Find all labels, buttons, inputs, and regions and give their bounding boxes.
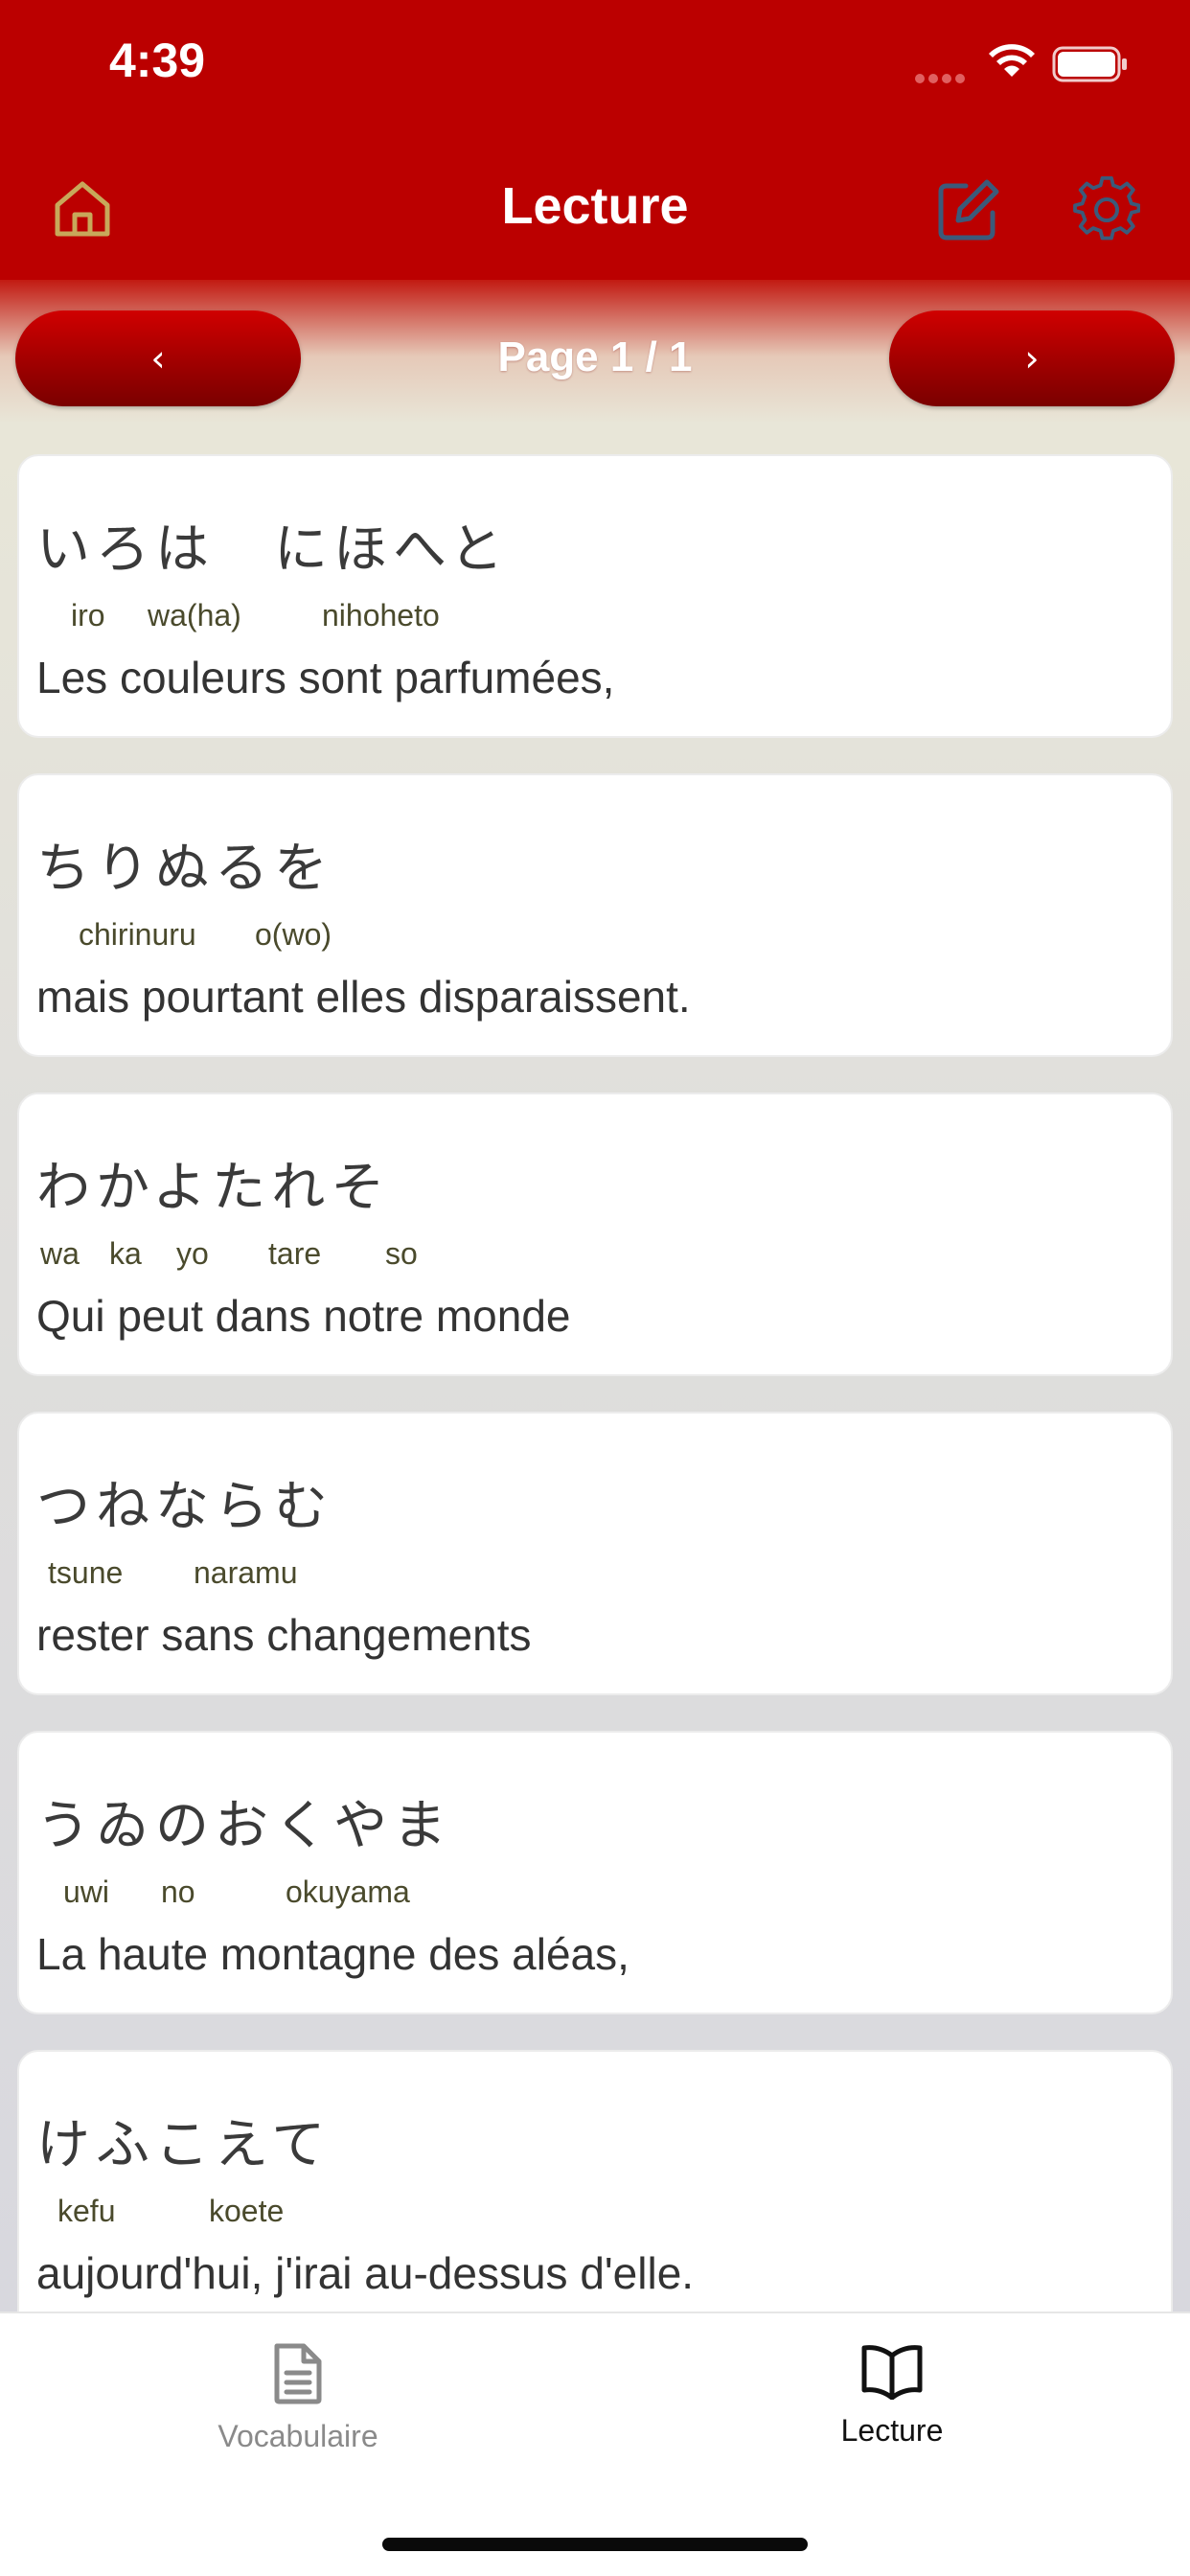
romaji-label: koete: [209, 2194, 285, 2228]
pager: ‹ Page 1 / 1 ›: [0, 280, 1190, 433]
french-translation: aujourd'hui, j'irai au-dessus d'elle.: [36, 2248, 695, 2298]
romaji-label: o(wo): [255, 917, 332, 952]
japanese-text: いろは にほへと: [36, 518, 510, 581]
gear-icon[interactable]: [1073, 176, 1140, 243]
french-translation: rester sans changements: [36, 1610, 532, 1660]
verse-card[interactable]: ちりぬるを chirinuru o(wo) mais pourtant elle…: [17, 773, 1173, 1057]
tab-label: Vocabulaire: [217, 2419, 378, 2453]
tab-label: Lecture: [840, 2413, 944, 2448]
battery-icon: [1052, 46, 1127, 82]
romaji-label: ka: [109, 1236, 142, 1271]
book-icon: [861, 2345, 923, 2400]
romaji-label: naramu: [194, 1555, 298, 1590]
french-translation: La haute montagne des aléas,: [36, 1929, 629, 1979]
romaji-label: yo: [176, 1236, 209, 1271]
japanese-text: ちりぬるを: [36, 838, 333, 900]
romaji-label: iro: [71, 598, 105, 632]
japanese-text: わかよたれそ: [36, 1157, 391, 1219]
navigation-bar: Lecture: [0, 134, 1190, 280]
french-translation: mais pourtant elles disparaissent.: [36, 972, 691, 1022]
edit-icon[interactable]: [935, 176, 1002, 243]
verse-card[interactable]: けふこえて kefu koete aujourd'hui, j'irai au-…: [17, 2050, 1173, 2312]
status-time: 4:39: [109, 34, 206, 87]
french-translation: Les couleurs sont parfumées,: [36, 653, 615, 702]
japanese-text: けふこえて: [36, 2114, 332, 2176]
verse-card[interactable]: うゐのおくやま uwi no okuyama La haute montagne…: [17, 1731, 1173, 2014]
wifi-icon: [989, 44, 1035, 77]
japanese-text: つねならむ: [36, 1476, 333, 1538]
page-title: Lecture: [501, 177, 689, 235]
japanese-text: うゐのおくやま: [36, 1795, 452, 1857]
tab-lecture[interactable]: Lecture: [700, 2342, 1084, 2449]
romaji-label: wa(ha): [148, 598, 241, 632]
french-translation: Qui peut dans notre monde: [36, 1291, 571, 1341]
romaji-label: tare: [268, 1236, 322, 1271]
romaji-label: no: [161, 1874, 195, 1909]
verse-card[interactable]: いろは にほへと iro wa(ha) nihoheto Les couleur…: [17, 454, 1173, 738]
document-icon: [274, 2343, 322, 2404]
chevron-right-icon: ›: [1024, 337, 1040, 380]
next-page-button[interactable]: ›: [889, 310, 1175, 406]
reading-content[interactable]: ‹ Page 1 / 1 › いろは にほへと iro wa(ha) nihoh…: [0, 280, 1190, 2312]
tab-vocabulaire[interactable]: Vocabulaire: [106, 2342, 490, 2454]
verse-card[interactable]: わかよたれそ wa ka yo tare so Qui peut dans no…: [17, 1092, 1173, 1376]
romaji-label: kefu: [57, 2194, 116, 2228]
tab-bar: Vocabulaire Lecture: [0, 2312, 1190, 2576]
status-bar: 4:39: [0, 0, 1190, 134]
signal-dots-icon: [915, 69, 973, 83]
verse-card[interactable]: つねならむ tsune naramu rester sans changemen…: [17, 1412, 1173, 1695]
romaji-label: okuyama: [286, 1874, 410, 1909]
romaji-label: nihoheto: [322, 598, 440, 632]
home-indicator: [382, 2538, 808, 2551]
romaji-label: so: [385, 1236, 418, 1271]
romaji-label: chirinuru: [79, 917, 196, 952]
romaji-label: wa: [40, 1236, 80, 1271]
romaji-label: uwi: [63, 1874, 110, 1909]
romaji-label: tsune: [48, 1555, 124, 1590]
